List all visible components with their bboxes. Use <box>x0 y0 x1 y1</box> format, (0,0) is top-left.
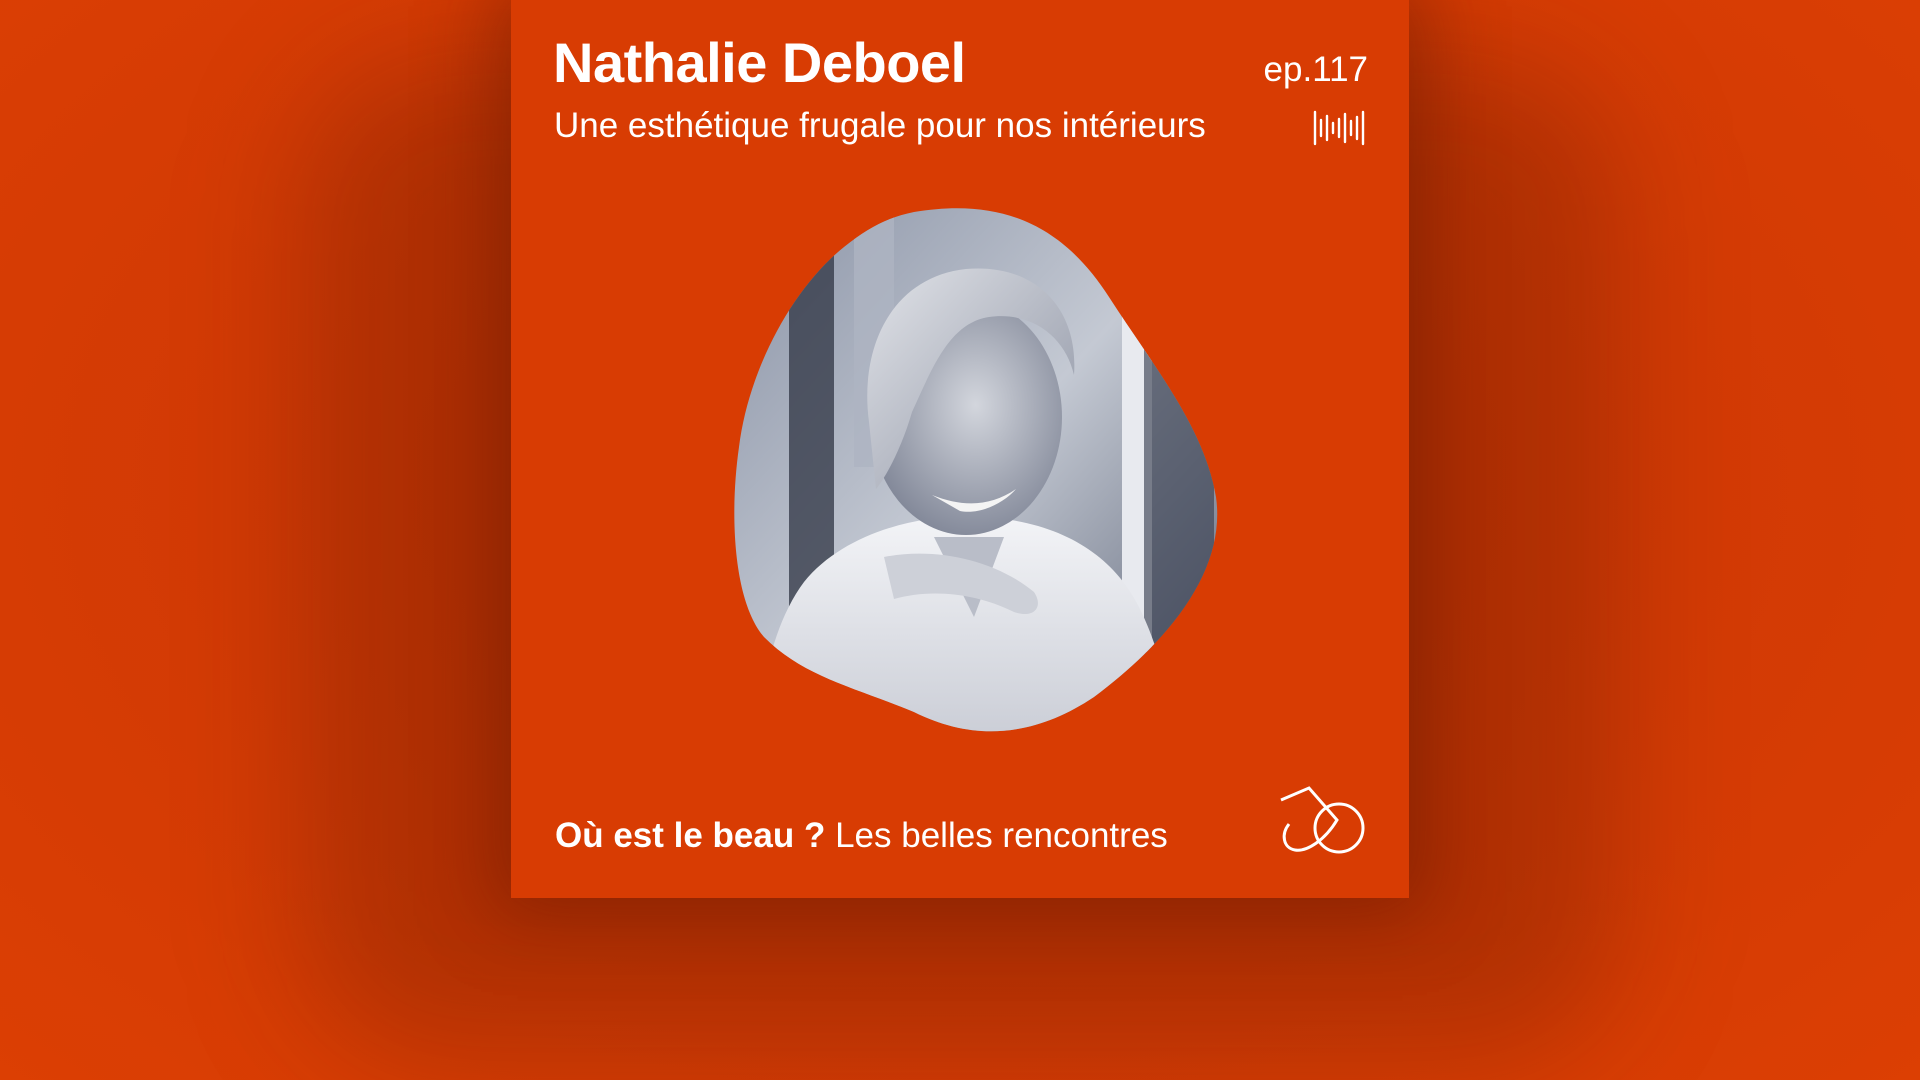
guest-photo <box>734 208 1218 732</box>
episode-title: Une esthétique frugale pour nos intérieu… <box>554 106 1206 145</box>
podcast-cover: Nathalie Deboel Une esthétique frugale p… <box>511 0 1409 898</box>
audio-waveform <box>423 864 1497 1002</box>
guest-name: Nathalie Deboel <box>553 31 966 94</box>
brand-logo <box>1280 786 1365 854</box>
waveform-icon <box>1313 110 1365 146</box>
episode-number: ep.117 <box>1263 50 1368 89</box>
